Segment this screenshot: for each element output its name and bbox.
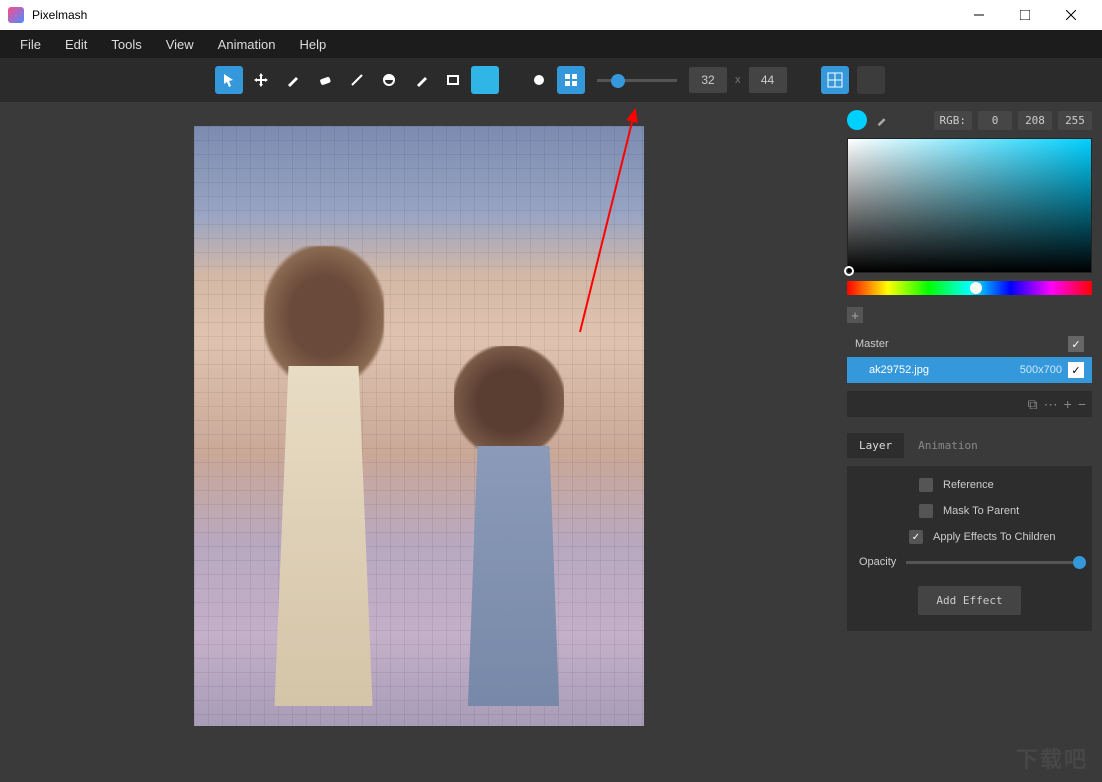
layer-dims: 500x700 [1020,364,1062,376]
rgb-label: RGB: [934,111,973,130]
duplicate-layer-icon[interactable]: ⧉ [1028,396,1038,413]
brush-size-thumb[interactable] [611,74,625,88]
add-layer-icon[interactable]: + [1064,396,1072,412]
menu-view[interactable]: View [154,33,206,56]
close-button[interactable] [1048,0,1094,30]
minimize-button[interactable] [956,0,1002,30]
brush-tool[interactable] [279,66,307,94]
color-row: RGB: 0 208 255 [847,110,1092,130]
property-tabs: Layer Animation [847,433,1092,458]
canvas-height-field[interactable]: 44 [749,67,787,93]
titlebar: Pixelmash [0,0,1102,30]
saturation-value-picker[interactable] [847,138,1092,273]
layer-master-label: Master [855,338,889,350]
layers-panel: Master ✓ ak29752.jpg 500x700 ✓ [847,331,1092,383]
ellipse-tool[interactable] [375,66,403,94]
app-logo-icon [8,7,24,23]
eraser-tool[interactable] [311,66,339,94]
add-effect-button[interactable]: Add Effect [918,586,1020,615]
grid-toggle-off[interactable] [857,66,885,94]
eyedropper-icon[interactable] [873,111,891,129]
rectangle-tool[interactable] [439,66,467,94]
layer-name: ak29752.jpg [869,364,929,376]
menu-edit[interactable]: Edit [53,33,99,56]
apply-effects-label: Apply Effects To Children [933,531,1056,543]
maximize-button[interactable] [1002,0,1048,30]
foreground-color-swatch[interactable] [471,66,499,94]
add-swatch-button[interactable]: + [847,307,863,323]
reference-row[interactable]: Reference [859,478,1080,492]
tab-layer[interactable]: Layer [847,433,904,458]
tab-animation[interactable]: Animation [906,433,990,458]
menu-help[interactable]: Help [287,33,338,56]
apply-effects-checkbox[interactable] [909,530,923,544]
opacity-slider[interactable] [906,561,1080,564]
move-tool[interactable] [247,66,275,94]
app-title: Pixelmash [32,8,87,22]
layer-master[interactable]: Master ✓ [847,331,1092,357]
dims-separator: x [735,74,741,86]
fill-tool[interactable] [407,66,435,94]
reference-checkbox[interactable] [919,478,933,492]
layer-toolbar: ⧉ ⋯ + − [847,391,1092,417]
reference-label: Reference [943,479,994,491]
opacity-thumb[interactable] [1073,556,1086,569]
watermark: 下载吧 [1016,742,1088,774]
canvas-width-field[interactable]: 32 [689,67,727,93]
menu-file[interactable]: File [8,33,53,56]
layer-master-visible-checkbox[interactable]: ✓ [1068,336,1084,352]
toolbar: 32 x 44 [0,58,1102,102]
opacity-label: Opacity [859,556,896,568]
apply-effects-row[interactable]: Apply Effects To Children [859,530,1080,544]
side-panel: RGB: 0 208 255 + Master ✓ ak29752.jpg 50… [837,102,1102,782]
menu-tools[interactable]: Tools [99,33,153,56]
layer-row[interactable]: ak29752.jpg 500x700 ✓ [847,357,1092,383]
layer-options-icon[interactable]: ⋯ [1044,396,1058,413]
mask-row[interactable]: Mask To Parent [859,504,1080,518]
hue-thumb[interactable] [970,282,982,294]
rgb-g-field[interactable]: 208 [1018,111,1052,130]
rgb-b-field[interactable]: 255 [1058,111,1092,130]
mask-label: Mask To Parent [943,505,1019,517]
menubar: File Edit Tools View Animation Help [0,30,1102,58]
pointer-tool[interactable] [215,66,243,94]
hue-slider[interactable] [847,281,1092,295]
current-color-swatch[interactable] [847,110,867,130]
line-tool[interactable] [343,66,371,94]
remove-layer-icon[interactable]: − [1078,396,1086,412]
menu-animation[interactable]: Animation [206,33,288,56]
sv-thumb[interactable] [844,266,854,276]
round-brush-mode[interactable] [525,66,553,94]
layer-properties: Reference Mask To Parent Apply Effects T… [847,466,1092,631]
square-brush-mode[interactable] [557,66,585,94]
rgb-r-field[interactable]: 0 [978,111,1012,130]
layer-visible-checkbox[interactable]: ✓ [1068,362,1084,378]
grid-toggle-on[interactable] [821,66,849,94]
canvas[interactable] [194,126,644,726]
canvas-area [0,102,837,782]
mask-checkbox[interactable] [919,504,933,518]
brush-size-slider[interactable] [597,79,677,82]
opacity-row: Opacity [859,556,1080,568]
